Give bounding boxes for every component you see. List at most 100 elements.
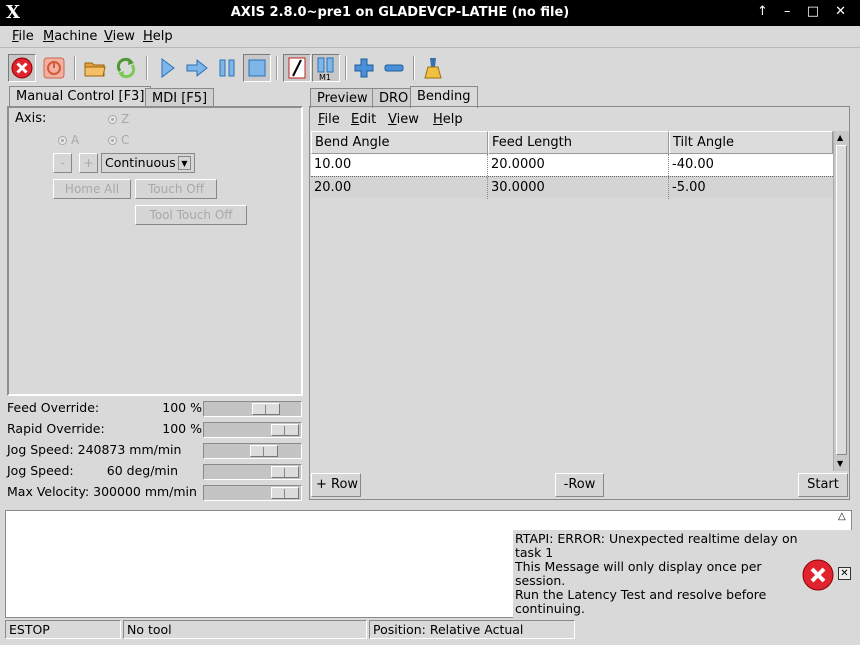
- step-button[interactable]: [183, 54, 211, 82]
- jog-minus-button[interactable]: -: [53, 153, 72, 173]
- rapid-override-label: Rapid Override:: [7, 421, 105, 436]
- tilt-angle-cell[interactable]: -5.00: [669, 177, 833, 199]
- jog-speed-angular-value: 60 deg/min: [106, 463, 178, 478]
- clear-plot-button[interactable]: [420, 54, 448, 82]
- tab-bending[interactable]: Bending: [410, 86, 478, 108]
- feed-override-label: Feed Override:: [7, 400, 100, 415]
- zoom-out-button[interactable]: [380, 54, 408, 82]
- tab-dro[interactable]: DRO: [372, 88, 416, 108]
- scrollbar-thumb[interactable]: [836, 145, 847, 455]
- jog-plus-button[interactable]: +: [79, 153, 98, 173]
- status-machine-state: ESTOP: [5, 620, 121, 639]
- axis-z-label: Z: [121, 112, 130, 126]
- window-title: AXIS 2.8.0~pre1 on GLADEVCP-LATHE (no fi…: [230, 5, 570, 20]
- error-line: This Message will only display once per …: [515, 559, 762, 588]
- max-velocity-label: Max Velocity: 300000 mm/min: [7, 484, 197, 499]
- status-tool: No tool: [123, 620, 367, 639]
- svg-text:M1: M1: [319, 73, 331, 81]
- jog-speed-linear-label: Jog Speed: 240873 mm/min: [7, 442, 182, 457]
- axis-radio-c[interactable]: C: [108, 133, 129, 147]
- axis-label: Axis:: [15, 111, 47, 126]
- home-all-button[interactable]: Home All: [53, 179, 131, 199]
- bend-angle-cell[interactable]: 10.00: [311, 154, 488, 176]
- reload-button[interactable]: [112, 54, 140, 82]
- touch-off-button[interactable]: Touch Off: [135, 179, 217, 199]
- bending-menu-edit[interactable]: Edit: [351, 112, 376, 127]
- column-header-feed-length[interactable]: Feed Length: [488, 131, 669, 154]
- scroll-up-icon[interactable]: ▲: [837, 133, 843, 142]
- run-button[interactable]: [153, 54, 181, 82]
- feed-length-cell[interactable]: 30.0000: [488, 177, 669, 199]
- scroll-down-icon[interactable]: ▼: [837, 459, 843, 468]
- add-row-button[interactable]: + Row: [311, 473, 361, 497]
- column-header-tilt-angle[interactable]: Tilt Angle: [669, 131, 833, 154]
- tab-manual-control[interactable]: Manual Control [F3]: [9, 86, 152, 108]
- slider-thumb[interactable]: [271, 487, 299, 499]
- slider-thumb[interactable]: [250, 445, 278, 457]
- estop-icon: [11, 57, 33, 79]
- bend-angle-cell[interactable]: 20.00: [311, 177, 488, 199]
- slider-thumb[interactable]: [271, 466, 299, 478]
- feed-override-value: 100 %: [162, 400, 202, 415]
- menu-help[interactable]: Help: [143, 29, 173, 44]
- radio-icon: [58, 136, 67, 145]
- run-icon: [161, 58, 175, 78]
- slider-thumb[interactable]: [252, 403, 280, 415]
- table-scrollbar[interactable]: ▲ ▼: [833, 131, 849, 471]
- axis-radio-z[interactable]: Z: [108, 112, 129, 126]
- estop-button[interactable]: [8, 54, 36, 82]
- tilt-angle-cell[interactable]: -40.00: [669, 154, 833, 176]
- feed-override-slider[interactable]: [203, 401, 302, 417]
- start-button[interactable]: Start: [798, 473, 848, 497]
- zoom-in-button[interactable]: [350, 54, 378, 82]
- jog-speed-angular-slider[interactable]: [203, 464, 302, 480]
- max-velocity-slider[interactable]: [203, 485, 302, 501]
- block-delete-button[interactable]: [283, 54, 311, 82]
- stop-button[interactable]: [243, 54, 271, 82]
- jog-mode-select[interactable]: Continuous ▼: [101, 153, 195, 173]
- step-icon: [186, 58, 208, 78]
- zoom-in-icon: [354, 58, 374, 78]
- slider-thumb[interactable]: [271, 424, 299, 436]
- jog-speed-angular-label: Jog Speed:: [7, 463, 74, 478]
- optional-stop-button[interactable]: M1: [312, 54, 340, 82]
- bending-menu-file[interactable]: File: [318, 112, 340, 127]
- window-titlebar: X AXIS 2.8.0~pre1 on GLADEVCP-LATHE (no …: [0, 0, 860, 26]
- menu-file[interactable]: File: [12, 29, 34, 44]
- tab-mdi[interactable]: MDI [F5]: [145, 88, 215, 108]
- tool-touch-off-button[interactable]: Tool Touch Off: [135, 205, 247, 225]
- table-row[interactable]: 10.00 20.0000 -40.00: [311, 154, 833, 176]
- power-button[interactable]: [40, 54, 68, 82]
- error-icon: [802, 559, 834, 591]
- column-header-bend-angle[interactable]: Bend Angle: [311, 131, 488, 154]
- error-notification: RTAPI: ERROR: Unexpected realtime delay …: [513, 530, 853, 618]
- open-file-button[interactable]: [81, 54, 109, 82]
- tab-preview[interactable]: Preview: [310, 88, 375, 108]
- table-row[interactable]: 20.00 30.0000 -5.00: [311, 176, 833, 199]
- zoom-out-icon: [384, 64, 404, 72]
- remove-row-button[interactable]: -Row: [555, 473, 604, 497]
- error-line: continuing.: [515, 601, 585, 616]
- feed-length-cell[interactable]: 20.0000: [488, 154, 669, 176]
- window-controls[interactable]: ↑ – □ ✕: [757, 4, 852, 19]
- rapid-override-value: 100 %: [162, 421, 202, 436]
- menu-machine[interactable]: Machine: [43, 29, 97, 44]
- menubar: File Machine View Help: [0, 26, 860, 48]
- axis-c-label: C: [121, 133, 130, 147]
- close-icon[interactable]: ✕: [838, 567, 851, 580]
- radio-icon: [108, 136, 117, 145]
- pause-button[interactable]: [213, 54, 241, 82]
- error-line: task 1: [515, 545, 554, 560]
- console-scroll-up-icon[interactable]: △: [838, 511, 849, 525]
- manual-control-panel: Axis: Z A C - + Continuous ▼ Home All To…: [7, 106, 303, 396]
- pause-icon: [219, 59, 235, 77]
- jog-mode-value: Continuous: [105, 155, 176, 170]
- menu-view[interactable]: View: [104, 29, 135, 44]
- open-file-icon: [84, 62, 106, 77]
- rapid-override-slider[interactable]: [203, 422, 302, 438]
- jog-speed-linear-slider[interactable]: [203, 443, 302, 459]
- radio-icon: [108, 115, 117, 124]
- bending-menu-help[interactable]: Help: [433, 112, 463, 127]
- axis-radio-a[interactable]: A: [58, 133, 79, 147]
- bending-menu-view[interactable]: View: [388, 112, 419, 127]
